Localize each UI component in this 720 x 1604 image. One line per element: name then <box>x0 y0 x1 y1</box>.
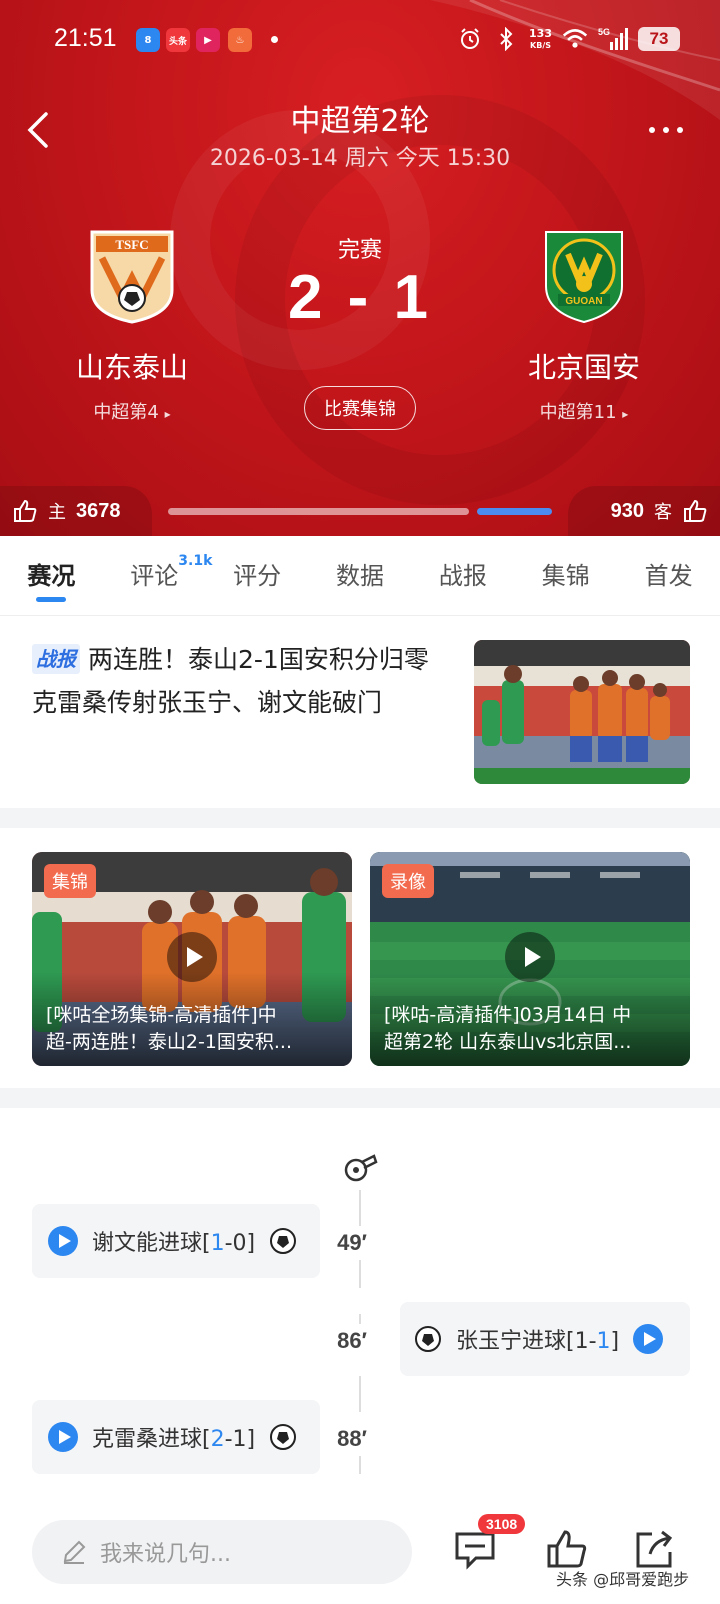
status-right-group: 133 KB/S 5G 73 <box>457 26 680 52</box>
battery-indicator: 73 <box>638 27 680 51</box>
match-tabs: 赛况 评论 3.1k 评分 数据 战报 集锦 首发 <box>0 536 720 616</box>
event-minute: 88′ <box>322 1422 382 1456</box>
away-vote-fill <box>477 508 552 515</box>
svg-text:GUOAN: GUOAN <box>565 296 602 307</box>
play-icon[interactable] <box>48 1422 78 1452</box>
wifi-icon <box>562 26 588 52</box>
home-vote-fill <box>168 508 469 515</box>
tab-highlights[interactable]: 集锦 <box>514 536 617 616</box>
away-vote-label: 客 <box>654 502 672 523</box>
thumbs-up-icon <box>14 499 37 522</box>
video-section: 集锦 [咪咕全场集锦-高清插件]中 超-两连胜！泰山2-1国安积... 录像 [… <box>0 828 720 1088</box>
support-vote-row: 主 3678 930 客 <box>0 486 720 536</box>
home-support-button[interactable]: 主 3678 <box>0 486 152 536</box>
away-team-rank[interactable]: 中超第11 ▸ <box>484 398 684 424</box>
vote-ratio-bar <box>168 508 552 515</box>
tab-report[interactable]: 战报 <box>411 536 514 616</box>
video-card-replay[interactable]: 录像 [咪咕-高清插件]03月14日 中 超第2轮 山东泰山vs北京国... <box>370 852 690 1066</box>
tab-live[interactable]: 赛况 <box>0 536 103 616</box>
more-notifications-dot <box>271 36 278 43</box>
network-speed: 133 KB/S <box>529 26 552 50</box>
soccer-ball-icon <box>270 1228 297 1254</box>
goal-event[interactable]: 张玉宁进球[1-1] <box>400 1302 690 1376</box>
match-report-text: 战报 两连胜！泰山2-1国安积分归零 克雷桑传射张玉宁、谢文能破门 <box>32 638 444 724</box>
tab-comments[interactable]: 评论 3.1k <box>103 536 212 616</box>
match-report-thumbnail <box>474 640 690 784</box>
goal-event-text: 张玉宁进球[1-1] <box>456 1329 620 1354</box>
play-icon[interactable] <box>48 1226 78 1256</box>
event-minute: 49′ <box>322 1226 382 1260</box>
away-vote-count: 930 <box>610 499 644 522</box>
video-tag: 录像 <box>382 864 434 898</box>
svg-text:5G: 5G <box>598 27 610 37</box>
app-notification-icon-toutiao: 头条 <box>166 28 190 52</box>
away-support-button[interactable]: 930 客 <box>568 486 720 536</box>
comment-placeholder: 我来说几句... <box>100 1542 231 1567</box>
video-tag: 集锦 <box>44 864 96 898</box>
beijing-guoan-logo: GUOAN <box>545 231 623 324</box>
report-tag: 战报 <box>32 644 80 674</box>
goal-event[interactable]: 谢文能进球[1-0] <box>32 1204 320 1278</box>
match-header: 21:51 8 头条 ▶ ♨ 133 KB/S 5G 73 中超第2轮 2026… <box>0 0 720 536</box>
match-report-title: 两连胜！泰山2-1国安积分归零 克雷桑传射张玉宁、谢文能破门 <box>32 645 429 717</box>
video-title: [咪咕-高清插件]03月14日 中 超第2轮 山东泰山vs北京国... <box>370 972 690 1066</box>
status-time: 21:51 <box>54 24 117 52</box>
soccer-ball-icon <box>270 1424 297 1450</box>
home-team-name: 山东泰山 <box>75 351 188 384</box>
whistle-icon <box>344 1154 378 1182</box>
event-minute: 86′ <box>322 1324 382 1358</box>
away-team-name: 北京国安 <box>527 351 640 384</box>
source-watermark: 头条 @邱哥爱跑步 <box>556 1570 690 1589</box>
app-notification-icon-video: ▶ <box>196 28 220 52</box>
match-report-card[interactable]: 战报 两连胜！泰山2-1国安积分归零 克雷桑传射张玉宁、谢文能破门 <box>0 616 720 808</box>
app-notification-icon-mall: ♨ <box>228 28 252 52</box>
pencil-icon <box>63 1540 86 1564</box>
app-notification-icon-8: 8 <box>136 28 160 52</box>
goal-event-text: 克雷桑进球[2-1] <box>92 1427 256 1452</box>
soccer-ball-icon <box>415 1326 441 1352</box>
comment-count-badge: 3108 <box>478 1514 526 1534</box>
play-icon[interactable] <box>633 1324 664 1354</box>
match-datetime: 2026-03-14 周六 今天 15:30 <box>209 146 511 171</box>
page-title: 中超第2轮 <box>290 104 430 139</box>
away-team[interactable]: GUOAN 北京国安 中超第11 ▸ <box>484 228 684 424</box>
thumbs-up-icon <box>684 499 707 522</box>
video-title: [咪咕全场集锦-高清插件]中 超-两连胜！泰山2-1国安积... <box>32 972 352 1066</box>
bottom-action-bar: 我来说几句... 3108 头条 @邱哥爱跑步 <box>0 1500 720 1604</box>
status-bar: 21:51 8 头条 ▶ ♨ 133 KB/S 5G 73 <box>0 22 720 62</box>
match-timeline: 谢文能进球[1-0] 49′ 86′ 张玉宁进球[1-1] 克雷桑进球[2-1]… <box>0 1108 720 1500</box>
home-vote-label: 主 <box>48 502 66 523</box>
section-divider <box>0 1088 720 1108</box>
match-highlights-button[interactable]: 比赛集锦 <box>304 386 416 430</box>
alarm-icon <box>457 26 483 52</box>
video-card-highlights[interactable]: 集锦 [咪咕全场集锦-高清插件]中 超-两连胜！泰山2-1国安积... <box>32 852 352 1066</box>
goal-event[interactable]: 克雷桑进球[2-1] <box>32 1400 320 1474</box>
home-vote-count: 3678 <box>76 499 121 522</box>
signal-5g-icon: 5G <box>598 26 628 52</box>
comment-input[interactable]: 我来说几句... <box>32 1520 412 1584</box>
tab-ratings[interactable]: 评分 <box>206 536 309 616</box>
bluetooth-icon <box>493 26 519 52</box>
section-divider <box>0 808 720 828</box>
tab-lineups[interactable]: 首发 <box>617 536 720 616</box>
home-team-rank[interactable]: 中超第4 ▸ <box>32 398 232 424</box>
goal-event-text: 谢文能进球[1-0] <box>92 1231 256 1256</box>
tab-stats[interactable]: 数据 <box>309 536 412 616</box>
